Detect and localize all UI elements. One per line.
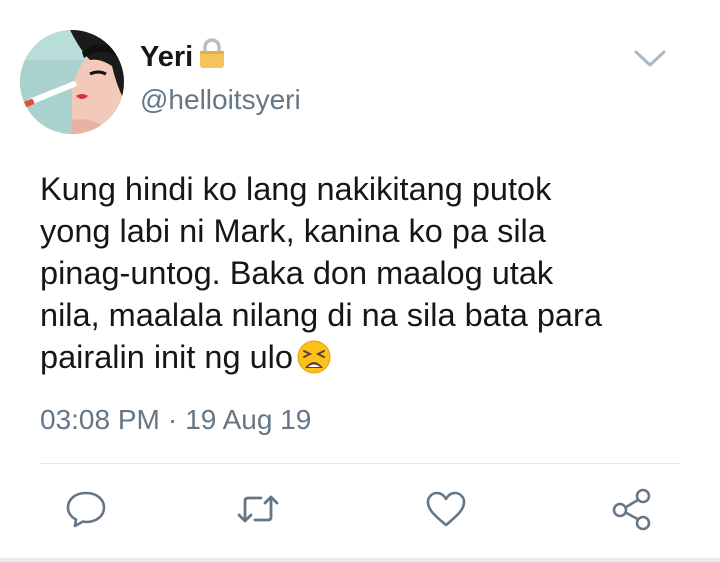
- card-bottom-border: [0, 558, 720, 562]
- timestamp-separator: ·: [167, 404, 178, 435]
- retweet-button[interactable]: [236, 487, 280, 531]
- share-icon: [610, 487, 654, 531]
- reply-icon: [64, 487, 108, 531]
- weary-face-emoji-icon: [297, 340, 331, 384]
- tweet-timestamp: 03:08 PM · 19 Aug 19: [40, 404, 311, 436]
- divider: [40, 463, 680, 464]
- tweet-text: Kung hindi ko lang nakikitang putok yong…: [40, 168, 690, 384]
- user-handle[interactable]: @helloitsyeri: [140, 84, 301, 116]
- tweet-card: Yeri @helloitsyeri Kung hindi ko lang na…: [0, 0, 720, 562]
- tweet-text-last-line: pairalin init ng ulo: [40, 336, 690, 384]
- retweet-icon: [236, 487, 280, 531]
- chevron-down-icon[interactable]: [632, 46, 668, 70]
- share-button[interactable]: [610, 487, 654, 531]
- tweet-time: 03:08 PM: [40, 404, 160, 435]
- tweet-text-line: nila, maalala nilang di na sila bata par…: [40, 297, 602, 333]
- tweet-text-line: Kung hindi ko lang nakikitang putok: [40, 171, 552, 207]
- avatar[interactable]: [20, 30, 124, 134]
- tweet-text-line: pinag-untog. Baka don maalog utak: [40, 255, 554, 291]
- tweet-text-line: yong labi ni Mark, kanina ko pa sila: [40, 213, 546, 249]
- tweet-text-line: pairalin init ng ulo: [40, 339, 293, 375]
- lock-icon: [197, 37, 227, 77]
- tweet-date: 19 Aug 19: [185, 404, 312, 435]
- display-name-text: Yeri: [140, 40, 194, 73]
- display-name[interactable]: Yeri: [140, 37, 227, 77]
- like-button[interactable]: [424, 487, 468, 531]
- heart-icon: [424, 487, 468, 531]
- reply-button[interactable]: [64, 487, 108, 531]
